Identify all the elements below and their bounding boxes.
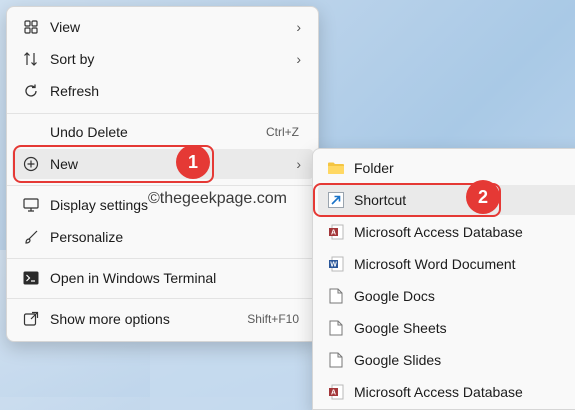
svg-text:A: A [331,390,336,397]
step-badge-1: 1 [176,145,210,179]
folder-icon [327,159,345,177]
word-icon: W [327,255,345,273]
access-icon: A [327,223,345,241]
submenu-item-label: Microsoft Word Document [354,256,516,272]
terminal-icon [22,269,40,287]
menu-item-label: Show more options [50,311,170,327]
watermark: ©thegeekpage.com [148,190,287,207]
menu-item-refresh[interactable]: Refresh [12,76,313,106]
sort-icon [22,50,40,68]
grid-icon [22,18,40,36]
submenu-item-folder[interactable]: Folder [318,153,575,183]
menu-item-label: Display settings [50,197,149,213]
menu-item-open-terminal[interactable]: Open in Windows Terminal [12,263,313,293]
submenu-item-label: Google Docs [354,288,435,304]
document-icon [327,319,345,337]
submenu-item-google-docs[interactable]: Google Docs [318,281,575,311]
undo-icon [22,123,40,141]
display-icon [22,196,40,214]
menu-item-undo-delete[interactable]: Undo Delete Ctrl+Z [12,117,313,147]
brush-icon [22,228,40,246]
svg-text:W: W [330,262,337,269]
submenu-item-google-slides[interactable]: Google Slides [318,345,575,375]
submenu-item-label: Folder [354,160,394,176]
chevron-right-icon: › [296,51,301,67]
menu-item-personalize[interactable]: Personalize [12,222,313,252]
menu-divider [7,185,318,186]
submenu-item-label: Microsoft Access Database [354,224,523,240]
share-icon [22,310,40,328]
menu-item-show-more-options[interactable]: Show more options Shift+F10 [12,304,313,334]
menu-divider [7,258,318,259]
menu-divider [7,113,318,114]
submenu-item-word-document[interactable]: W Microsoft Word Document [318,249,575,279]
menu-item-label: View [50,19,81,35]
menu-item-view[interactable]: View › [12,12,313,42]
chevron-right-icon: › [296,19,301,35]
menu-divider [7,298,318,299]
submenu-item-access-database-2[interactable]: A Microsoft Access Database [318,377,575,407]
shortcut-text: Ctrl+Z [266,125,299,139]
shortcut-text: Shift+F10 [247,312,299,326]
menu-item-label: Open in Windows Terminal [50,270,217,286]
submenu-item-label: Microsoft Access Database [354,384,523,400]
menu-item-label: Personalize [50,229,124,245]
menu-item-label: Sort by [50,51,95,67]
refresh-icon [22,82,40,100]
submenu-item-label: Google Slides [354,352,442,368]
submenu-item-google-sheets[interactable]: Google Sheets [318,313,575,343]
svg-text:A: A [331,230,336,237]
access-icon: A [327,383,345,401]
chevron-right-icon: › [296,156,301,172]
menu-item-sort-by[interactable]: Sort by › [12,44,313,74]
submenu-item-access-database[interactable]: A Microsoft Access Database [318,217,575,247]
document-icon [327,287,345,305]
document-icon [327,351,345,369]
menu-item-label: Refresh [50,83,100,99]
submenu-item-label: Google Sheets [354,320,447,336]
menu-item-label: Undo Delete [50,124,128,140]
step-badge-2: 2 [466,180,500,214]
